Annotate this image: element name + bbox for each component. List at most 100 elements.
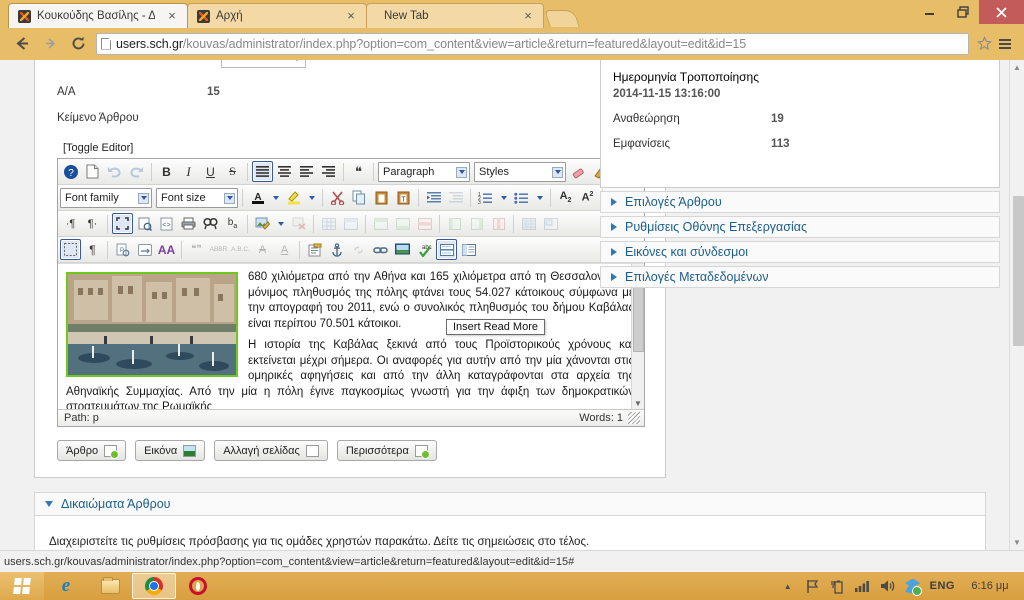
close-icon[interactable]: × [165,9,179,23]
abbreviation-icon[interactable]: ABBR [208,239,229,260]
page-scroll-down-icon[interactable]: ▼ [1013,538,1021,547]
paste-as-text-icon[interactable]: T [393,187,414,208]
ordered-list-icon[interactable]: 123 [475,187,496,208]
unlink-icon[interactable] [348,239,369,260]
search-icon[interactable] [200,213,221,234]
row-before-icon[interactable] [370,213,391,234]
insert-article-button[interactable]: Άρθρο [57,440,127,461]
insert-link-icon[interactable] [370,239,391,260]
underline-icon[interactable]: U [200,161,221,182]
highlight-color-dropdown-icon[interactable] [305,187,318,208]
delete-text-icon[interactable]: A [252,239,273,260]
show-invisible-chars-icon[interactable]: ¶ [82,239,103,260]
align-right-icon[interactable] [318,161,339,182]
insert-table-icon[interactable] [318,213,339,234]
taskbar-item-file-explorer[interactable] [88,573,132,599]
strikethrough-icon[interactable]: S [222,161,243,182]
insert-template-icon[interactable] [304,239,325,260]
maximize-button[interactable] [946,0,979,24]
insert-nonbreaking-icon[interactable] [134,239,155,260]
font-family-select[interactable]: Font family [60,187,152,208]
back-arrow-icon[interactable] [8,31,36,57]
text-color-dropdown-icon[interactable] [269,187,282,208]
address-bar[interactable]: users.sch.gr/kouvas/administrator/index.… [96,32,969,55]
source-code-icon[interactable]: <> [156,213,177,234]
close-icon[interactable]: × [521,9,535,23]
scroll-down-icon[interactable]: ▼ [634,399,642,408]
taskbar-item-internet-explorer[interactable]: e [44,573,88,599]
chrome-menu-icon[interactable] [994,33,1016,55]
insert-readmore-button[interactable]: Περισσότερα [336,440,437,461]
accordion-item-editor-settings[interactable]: Ρυθμίσεις Οθόνης Επεξεργασίας [600,216,1000,238]
bookmark-star-icon[interactable] [974,34,994,54]
language-indicator[interactable]: ENG [930,580,955,592]
col-before-icon[interactable] [444,213,465,234]
bold-icon[interactable]: B [156,161,177,182]
minimize-button[interactable] [913,0,946,24]
italic-icon[interactable]: I [178,161,199,182]
align-center-icon[interactable] [274,161,295,182]
unordered-list-icon[interactable] [511,187,532,208]
highlight-color-icon[interactable] [283,187,304,208]
browser-tab-2[interactable]: Αρχή × [187,3,367,28]
table-props-icon[interactable] [340,213,361,234]
remove-format-icon[interactable] [567,161,588,182]
insert-edit-image-icon[interactable] [252,213,273,234]
font-style-AA-icon[interactable]: AA [156,239,177,260]
replace-icon[interactable]: ba [222,213,243,234]
action-center-flag-icon[interactable] [805,578,821,594]
rtl-icon[interactable]: ¶· [82,213,103,234]
quotation-icon[interactable]: ❝❞ [186,239,207,260]
delete-col-icon[interactable] [488,213,509,234]
show-hidden-icons-icon[interactable]: ▲ [780,578,796,594]
delete-image-icon[interactable] [288,213,309,234]
page-scrollbar[interactable]: ▲ ▼ [1009,60,1024,550]
accordion-item-article-options[interactable]: Επιλογές Άρθρου [600,191,1000,213]
battery-icon[interactable] [830,578,846,594]
page-scrollbar-track[interactable] [1011,76,1024,534]
redo-icon[interactable] [126,161,147,182]
toggle-editor-link[interactable]: [Toggle Editor] [63,142,643,154]
forward-arrow-icon[interactable] [36,31,64,57]
editor-content-area[interactable]: 680 χιλιόμετρα από την Αθήνα και 165 χιλ… [58,263,644,409]
page-properties-icon[interactable]: P [112,239,133,260]
help-icon[interactable]: ? [60,161,81,182]
align-justify-icon[interactable] [252,161,273,182]
page-scroll-up-icon[interactable]: ▲ [1013,63,1021,72]
taskbar-item-opera[interactable] [176,573,220,599]
image-dropdown-icon[interactable] [274,213,287,234]
align-left-icon[interactable] [296,161,317,182]
text-color-icon[interactable]: A [247,187,268,208]
accordion-item-images-links[interactable]: Εικόνες και σύνδεσμοι [600,241,1000,263]
insert-anchor-icon[interactable] [326,239,347,260]
paste-icon[interactable] [371,187,392,208]
preview-icon[interactable] [134,213,155,234]
insert-pagebreak-icon[interactable] [458,239,479,260]
cut-icon[interactable] [327,187,348,208]
reload-icon[interactable] [64,31,92,57]
insert-media-icon[interactable] [392,239,413,260]
start-button[interactable] [0,572,44,600]
dropbox-icon[interactable] [905,578,923,596]
subscript-icon[interactable]: A2 [555,187,576,208]
superscript-icon[interactable]: A2 [577,187,598,208]
accordion-item-metadata-options[interactable]: Επιλογές Μεταδεδομένων [600,266,1000,288]
fullscreen-icon[interactable] [112,213,133,234]
network-signal-icon[interactable] [855,578,871,594]
paragraph-format-select[interactable]: Paragraph [378,161,470,182]
browser-tab-1[interactable]: Κουκούδης Βασίλης - Δια × [8,3,188,28]
partial-select-field[interactable] [221,60,306,68]
indent-icon[interactable] [445,187,466,208]
font-size-select[interactable]: Font size [156,187,238,208]
ltr-icon[interactable]: ·¶ [60,213,81,234]
insert-text-icon[interactable]: A [274,239,295,260]
browser-tab-3[interactable]: New Tab × [366,3,544,28]
print-icon[interactable] [178,213,199,234]
close-window-button[interactable] [979,0,1024,24]
split-cells-icon[interactable] [518,213,539,234]
outdent-icon[interactable] [423,187,444,208]
merge-cells-icon[interactable] [540,213,561,234]
copy-icon[interactable] [349,187,370,208]
delete-row-icon[interactable] [414,213,435,234]
col-after-icon[interactable] [466,213,487,234]
